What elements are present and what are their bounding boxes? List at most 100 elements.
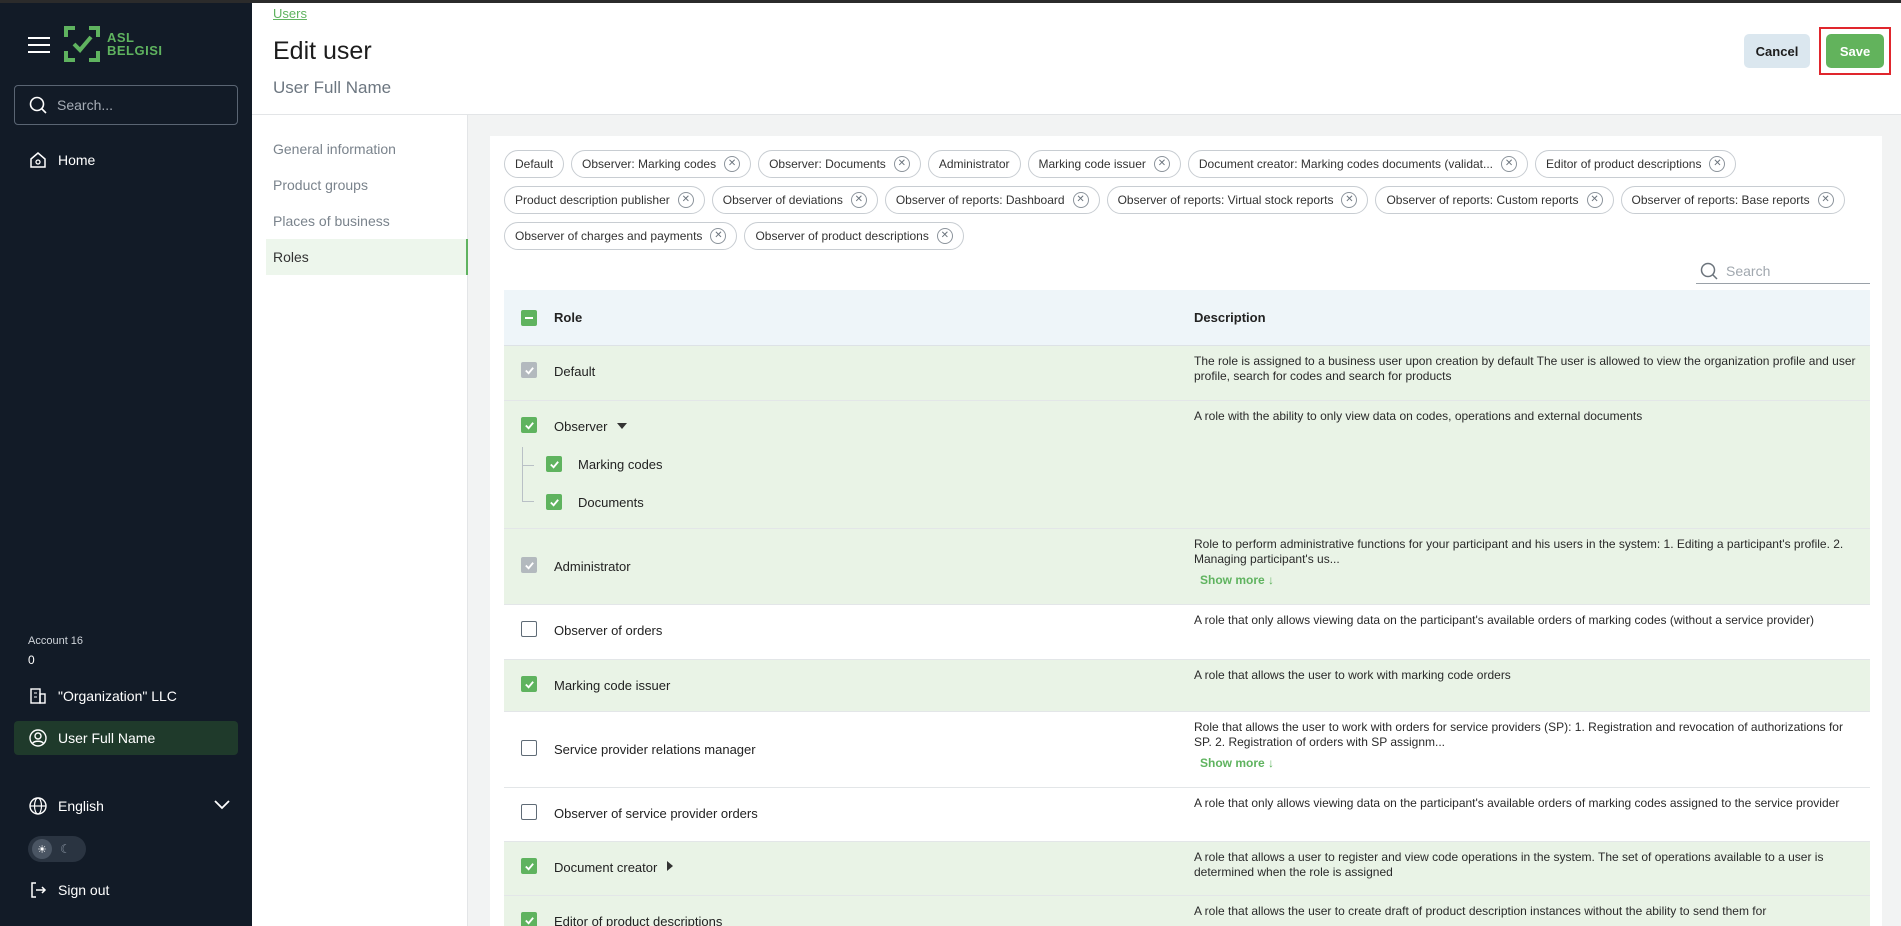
role-checkbox[interactable] (521, 740, 537, 756)
table-row[interactable]: Service provider relations manager Role … (504, 712, 1870, 788)
cancel-button[interactable]: Cancel (1744, 34, 1810, 68)
table-search-input[interactable] (1726, 262, 1866, 279)
role-chip-label: Product description publisher (515, 193, 670, 207)
save-button[interactable]: Save (1826, 34, 1884, 68)
section-general-information[interactable]: General information (266, 131, 468, 167)
section-product-groups[interactable]: Product groups (266, 167, 468, 203)
sub-role-documents[interactable]: Documents (546, 494, 644, 510)
sign-out-label: Sign out (58, 882, 110, 898)
remove-chip-icon[interactable]: ✕ (1817, 192, 1834, 208)
remove-chip-icon[interactable]: ✕ (724, 156, 741, 172)
role-chip-label: Editor of product descriptions (1546, 157, 1702, 171)
table-row[interactable]: Editor of product descriptions A role th… (504, 896, 1870, 926)
sign-out-button[interactable]: Sign out (14, 873, 238, 907)
remove-chip-icon[interactable]: ✕ (1153, 156, 1170, 172)
sub-role-checkbox[interactable] (546, 494, 562, 510)
role-checkbox[interactable] (521, 417, 537, 433)
table-row[interactable]: Document creator A role that allows a us… (504, 842, 1870, 896)
role-name: Editor of product descriptions (554, 914, 723, 926)
role-chip-label: Marking code issuer (1038, 157, 1146, 171)
theme-toggle[interactable]: ☀ ☾ (28, 836, 86, 862)
nav-home[interactable]: Home (14, 143, 238, 177)
role-chip-label: Observer of reports: Virtual stock repor… (1117, 193, 1334, 207)
role-chip: Editor of product descriptions ✕ (1535, 150, 1737, 178)
show-more-link[interactable]: Show more ↓ (1200, 756, 1864, 771)
role-chip: Observer of product descriptions ✕ (744, 222, 964, 250)
menu-icon[interactable] (28, 37, 50, 53)
expand-caret-icon[interactable] (617, 423, 628, 429)
column-header-description: Description (1194, 310, 1266, 325)
page-header: Users Edit user User Full Name Cancel Sa… (252, 3, 1901, 115)
remove-chip-icon[interactable]: ✕ (677, 192, 694, 208)
sub-role-marking-codes[interactable]: Marking codes (546, 456, 663, 472)
role-checkbox[interactable] (521, 676, 537, 692)
language-label: English (58, 798, 104, 814)
moon-icon: ☾ (60, 842, 71, 856)
remove-chip-icon[interactable]: ✕ (1501, 156, 1518, 172)
search-icon (1700, 262, 1718, 280)
role-description: A role that allows a user to register an… (1194, 850, 1824, 879)
sub-role-name: Documents (578, 494, 644, 510)
table-row[interactable]: Default The role is assigned to a busine… (504, 346, 1870, 401)
tree-connector (522, 447, 523, 501)
remove-chip-icon[interactable]: ✕ (850, 192, 867, 208)
section-places-of-business[interactable]: Places of business (266, 203, 468, 239)
role-name: Default (554, 364, 596, 379)
role-chip: Observer of deviations ✕ (711, 186, 878, 214)
role-name: Observer (554, 419, 608, 434)
role-chip: Observer of reports: Dashboard ✕ (884, 186, 1100, 214)
remove-chip-icon[interactable]: ✕ (1709, 156, 1726, 172)
save-button-highlight: Save (1819, 27, 1891, 75)
chip-row: Observer of charges and payments ✕ Observe… (504, 222, 1874, 252)
remove-chip-icon[interactable]: ✕ (1072, 192, 1089, 208)
role-description: A role that allows the user to work with… (1194, 668, 1511, 682)
role-description: Role that allows the user to work with o… (1194, 720, 1843, 749)
select-all-checkbox[interactable] (521, 309, 537, 326)
remove-chip-icon[interactable]: ✕ (936, 228, 953, 244)
brand-logo[interactable]: ASL BELGISI (63, 25, 163, 63)
role-description: Role to perform administrative functions… (1194, 537, 1844, 566)
section-roles[interactable]: Roles (266, 239, 468, 275)
chip-row: Default Observer: Marking codes ✕ Observer:… (504, 150, 1874, 180)
table-row[interactable]: Observer of orders A role that only allo… (504, 605, 1870, 660)
role-checkbox[interactable] (521, 804, 537, 820)
table-row[interactable]: Observer of service provider orders A ro… (504, 788, 1870, 842)
role-chip: Marking code issuer ✕ (1027, 150, 1181, 178)
sub-role-checkbox[interactable] (546, 456, 562, 472)
search-icon (29, 96, 47, 114)
remove-chip-icon[interactable]: ✕ (710, 228, 727, 244)
role-name: Administrator (554, 559, 631, 574)
expand-caret-icon[interactable] (667, 861, 674, 871)
sidebar-search-input[interactable] (57, 97, 227, 113)
tree-connector (522, 501, 534, 502)
sun-icon: ☀ (32, 839, 52, 859)
section-nav: General information Product groups Place… (252, 115, 468, 926)
role-chip-label: Observer of reports: Custom reports (1386, 193, 1579, 207)
remove-chip-icon[interactable]: ✕ (1586, 192, 1603, 208)
remove-chip-icon[interactable]: ✕ (893, 156, 910, 172)
role-checkbox[interactable] (521, 621, 537, 637)
nav-organization[interactable]: "Organization" LLC (14, 679, 238, 713)
show-more-link[interactable]: Show more ↓ (1200, 573, 1864, 588)
table-row[interactable]: Administrator Role to perform administra… (504, 529, 1870, 605)
role-chip-label: Observer of deviations (722, 193, 843, 207)
roles-panel: Default Observer: Marking codes ✕ Observer:… (490, 136, 1882, 926)
role-checkbox[interactable] (521, 858, 537, 874)
chevron-down-icon[interactable] (214, 800, 230, 810)
role-checkbox[interactable] (521, 912, 537, 926)
role-name: Observer of service provider orders (554, 806, 758, 821)
language-selector[interactable]: English (14, 789, 238, 823)
sidebar-search[interactable] (14, 85, 238, 125)
table-row[interactable]: Observer A role with the ability to only… (504, 401, 1870, 529)
remove-chip-icon[interactable]: ✕ (1341, 192, 1358, 208)
nav-user[interactable]: User Full Name (14, 721, 238, 755)
breadcrumb-users[interactable]: Users (273, 6, 307, 21)
table-row[interactable]: Marking code issuer A role that allows t… (504, 660, 1870, 712)
page-title: Edit user (273, 37, 372, 65)
role-name: Observer of orders (554, 623, 663, 638)
logo-text-line2: BELGISI (107, 43, 163, 58)
building-icon (30, 688, 46, 704)
table-header: Role Description (504, 290, 1870, 346)
table-search[interactable] (1696, 258, 1870, 284)
sidebar: ASL BELGISI Home Account 16 0 "Organizat… (0, 3, 252, 926)
